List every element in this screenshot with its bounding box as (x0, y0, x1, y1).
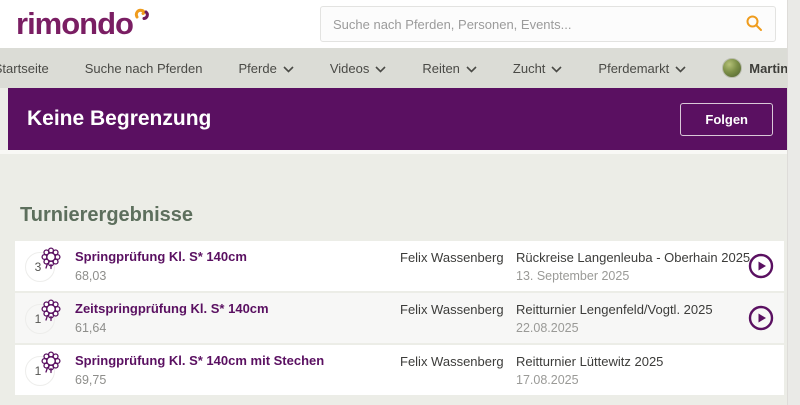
user-name: Martin (749, 61, 788, 76)
nav-item-zucht[interactable]: Zucht (513, 61, 563, 76)
event-date: 13. September 2025 (516, 269, 750, 283)
search-icon (745, 14, 763, 35)
play-icon (748, 319, 774, 334)
global-search (320, 6, 776, 42)
nav-item-suche-nach-pferden[interactable]: Suche nach Pferden (85, 61, 203, 76)
rimondo-logo[interactable]: rimondo (16, 6, 150, 42)
results-list: 3 (15, 241, 784, 395)
placement-badge: 3 (25, 249, 61, 285)
event-block: Reitturnier Lüttewitz 2025 17.08.2025 (516, 354, 663, 387)
nav-item-startseite[interactable]: Startseite (0, 61, 49, 76)
rosette-medal-icon (40, 350, 62, 379)
nav-item-label: Reiten (422, 61, 460, 76)
result-row: 1 (15, 345, 784, 395)
play-video-button[interactable] (748, 253, 774, 279)
nav-item-label: Startseite (0, 61, 49, 76)
chevron-down-icon (551, 61, 562, 76)
nav-item-pferde[interactable]: Pferde (239, 61, 294, 76)
event-date: 17.08.2025 (516, 373, 663, 387)
follow-button[interactable]: Folgen (680, 103, 773, 136)
play-video-button[interactable] (748, 305, 774, 331)
search-input[interactable] (333, 17, 745, 32)
result-score: 69,75 (75, 373, 324, 387)
chevron-down-icon (466, 61, 477, 76)
play-icon (748, 267, 774, 282)
event-block: Rückreise Langenleuba - Oberhain 2025 13… (516, 250, 750, 283)
rider-link[interactable]: Felix Wassenberg (400, 250, 504, 265)
top-header: rimondo (0, 0, 800, 48)
section-heading: Turnierergebnisse (20, 204, 800, 227)
user-avatar (722, 58, 742, 78)
nav-item-label: Videos (330, 61, 370, 76)
nav-item-videos[interactable]: Videos (330, 61, 387, 76)
placement-badge: 1 (25, 353, 61, 389)
chevron-down-icon (675, 61, 686, 76)
nav-item-label: Zucht (513, 61, 546, 76)
page-title: Keine Begrenzung (27, 107, 211, 131)
competition-title-link[interactable]: Zeitspringprüfung Kl. S* 140cm (75, 301, 269, 316)
rosette-medal-icon (40, 246, 62, 275)
competition-title-link[interactable]: Springprüfung Kl. S* 140cm (75, 249, 247, 264)
nav-item-label: Pferdemarkt (598, 61, 669, 76)
scrollbar-track[interactable] (787, 0, 800, 405)
main-nav: Startseite Suche nach Pferden Pferde Vid… (0, 48, 800, 88)
result-row: 3 (15, 241, 784, 291)
event-block: Reitturnier Lengenfeld/Vogtl. 2025 22.08… (516, 302, 713, 335)
nav-item-label: Suche nach Pferden (85, 61, 203, 76)
event-link[interactable]: Rückreise Langenleuba - Oberhain 2025 (516, 250, 750, 265)
rosette-medal-icon (40, 298, 62, 327)
chevron-down-icon (375, 61, 386, 76)
result-score: 68,03 (75, 269, 247, 283)
rider-link[interactable]: Felix Wassenberg (400, 354, 504, 369)
event-date: 22.08.2025 (516, 321, 713, 335)
event-link[interactable]: Reitturnier Lengenfeld/Vogtl. 2025 (516, 302, 713, 317)
nav-item-reiten[interactable]: Reiten (422, 61, 477, 76)
event-link[interactable]: Reitturnier Lüttewitz 2025 (516, 354, 663, 369)
result-row: 1 (15, 293, 784, 343)
logo-swirl-icon (134, 8, 150, 29)
content-area: Turnierergebnisse 3 (0, 154, 800, 395)
chevron-down-icon (283, 61, 294, 76)
search-submit-button[interactable] (745, 14, 763, 35)
nav-item-label: Pferde (239, 61, 277, 76)
profile-banner: Keine Begrenzung Folgen (8, 88, 787, 150)
rider-link[interactable]: Felix Wassenberg (400, 302, 504, 317)
nav-item-pferdemarkt[interactable]: Pferdemarkt (598, 61, 686, 76)
placement-badge: 1 (25, 301, 61, 337)
result-score: 61,64 (75, 321, 269, 335)
result-main: Zeitspringprüfung Kl. S* 140cm 61,64 (75, 301, 269, 335)
result-main: Springprüfung Kl. S* 140cm 68,03 (75, 249, 247, 283)
result-main: Springprüfung Kl. S* 140cm mit Stechen 6… (75, 353, 324, 387)
rimondo-logo-text: rimondo (16, 6, 133, 42)
competition-title-link[interactable]: Springprüfung Kl. S* 140cm mit Stechen (75, 353, 324, 368)
